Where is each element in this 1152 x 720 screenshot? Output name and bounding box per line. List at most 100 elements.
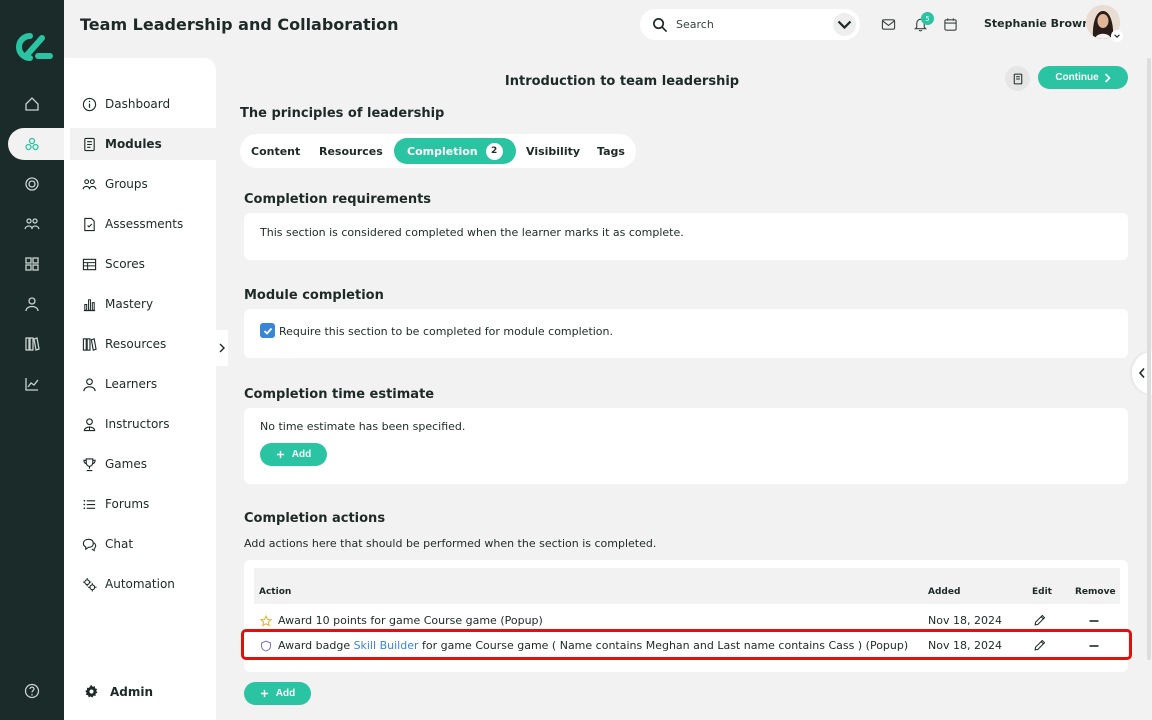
sidebar-item-groups[interactable]: Groups [70, 168, 216, 200]
book-icon [84, 137, 95, 151]
added-date: Nov 18, 2024 [928, 614, 1002, 627]
sidebar-item-label: Dashboard [105, 97, 171, 111]
plus-icon [276, 450, 284, 459]
sidebar-item-learners[interactable]: Learners [70, 368, 216, 400]
column-added: Added [928, 587, 961, 597]
add-time-estimate-button[interactable]: Add [260, 443, 327, 466]
tab-label: Resources [319, 144, 383, 158]
actions-description: Add actions here that should be performe… [244, 537, 657, 550]
icon-rail [0, 0, 70, 720]
module-completion-title: Module completion [244, 288, 384, 303]
sidebar-item-label: Mastery [105, 297, 154, 311]
chevron-down-icon [837, 20, 852, 30]
sidebar-item-forums[interactable]: Forums [70, 488, 216, 520]
sidebar-item-label: Modules [105, 137, 162, 151]
help-icon[interactable] [20, 679, 44, 703]
library-icon[interactable] [20, 332, 44, 356]
tab-label: Visibility [526, 144, 581, 158]
tab-count-badge: 2 [485, 142, 503, 160]
page-title: Team Leadership and Collaboration [80, 15, 399, 34]
edit-button[interactable] [1034, 614, 1052, 626]
pencil-icon [1034, 614, 1046, 626]
table-header: Action Added Edit Remove [254, 568, 1120, 604]
sidebar-item-instructors[interactable]: Instructors [70, 408, 216, 440]
logo-icon [16, 33, 53, 61]
tab-label: Tags [597, 144, 625, 158]
highlight-annotation [241, 629, 1132, 660]
sidebar-item-resources[interactable]: Resources [70, 328, 216, 360]
chevron-right-icon [1104, 72, 1111, 83]
target-icon[interactable] [20, 172, 44, 196]
sidebar: Dashboard Modules Groups Assessments Sco… [64, 58, 216, 720]
sidebar-item-dashboard[interactable]: Dashboard [70, 88, 216, 120]
tab-resources[interactable]: Resources [308, 138, 394, 164]
module-completion-label: Require this section to be completed for… [279, 325, 614, 338]
search-box[interactable] [640, 9, 860, 40]
sidebar-item-label: Groups [105, 177, 148, 191]
modules-icon[interactable] [20, 132, 44, 156]
action-text: Award 10 points for game Course game (Po… [278, 614, 543, 627]
cogs-icon [82, 577, 97, 592]
chevron-down-icon[interactable] [1111, 30, 1123, 42]
chevron-left-icon [1138, 367, 1145, 379]
instructor-icon [83, 417, 96, 431]
mail-icon[interactable] [880, 16, 896, 32]
continue-button[interactable]: Continue [1038, 66, 1128, 89]
tab-bar: Content Resources Completion 2 Visibilit… [240, 134, 636, 168]
module-completion-checkbox[interactable] [260, 323, 275, 338]
continue-label: Continue [1055, 72, 1099, 83]
tab-content[interactable]: Content [240, 138, 311, 164]
tab-label: Completion [407, 144, 478, 158]
book-button[interactable] [1005, 66, 1030, 91]
minus-icon [1089, 620, 1099, 622]
remove-button[interactable] [1088, 614, 1106, 626]
sidebar-item-chat[interactable]: Chat [70, 528, 216, 560]
principles-title: The principles of leadership [240, 106, 445, 121]
sidebar-collapse-toggle[interactable] [216, 330, 228, 366]
sidebar-item-mastery[interactable]: Mastery [70, 288, 216, 320]
time-estimate-card: No time estimate has been specified. Add [244, 408, 1128, 484]
user-icon [83, 377, 96, 391]
admin-button[interactable]: Admin [84, 684, 153, 699]
sidebar-item-modules[interactable]: Modules [70, 128, 216, 160]
groups-icon[interactable] [20, 212, 44, 236]
table-icon [82, 258, 97, 270]
requirements-title: Completion requirements [244, 192, 432, 207]
user-name: Stephanie Brown [984, 17, 1091, 30]
sidebar-item-scores[interactable]: Scores [70, 248, 216, 280]
tab-tags[interactable]: Tags [586, 138, 636, 164]
home-icon[interactable] [20, 92, 44, 116]
chart-icon[interactable] [20, 372, 44, 396]
search-icon [653, 18, 667, 32]
grid-icon[interactable] [20, 252, 44, 276]
check-icon [263, 327, 272, 335]
user-icon[interactable] [20, 292, 44, 316]
tab-visibility[interactable]: Visibility [515, 138, 591, 164]
notification-badge: 5 [921, 12, 934, 25]
plus-icon [260, 689, 268, 698]
sidebar-item-label: Forums [105, 497, 150, 511]
calendar-icon[interactable] [942, 16, 958, 32]
time-estimate-title: Completion time estimate [244, 387, 435, 402]
add-action-button[interactable]: Add [244, 682, 311, 705]
search-input[interactable] [676, 18, 816, 31]
sidebar-item-assessments[interactable]: Assessments [70, 208, 216, 240]
scrollbar[interactable] [1147, 58, 1151, 660]
search-dropdown-button[interactable] [833, 13, 856, 36]
action-cell: Award 10 points for game Course game (Po… [260, 614, 543, 627]
sidebar-item-label: Games [105, 457, 147, 471]
requirements-card: This section is considered completed whe… [244, 213, 1128, 260]
document-icon [84, 217, 95, 231]
list-icon [83, 499, 96, 509]
chat-icon [82, 538, 97, 552]
sidebar-item-label: Instructors [105, 417, 170, 431]
sidebar-item-automation[interactable]: Automation [70, 568, 216, 600]
trophy-icon [83, 457, 96, 471]
sidebar-item-games[interactable]: Games [70, 448, 216, 480]
book-icon [1013, 73, 1022, 84]
tab-completion[interactable]: Completion 2 [394, 138, 516, 164]
add-label: Add [291, 449, 312, 460]
column-remove: Remove [1075, 587, 1116, 597]
info-icon [82, 97, 97, 111]
sidebar-item-label: Learners [105, 377, 158, 391]
